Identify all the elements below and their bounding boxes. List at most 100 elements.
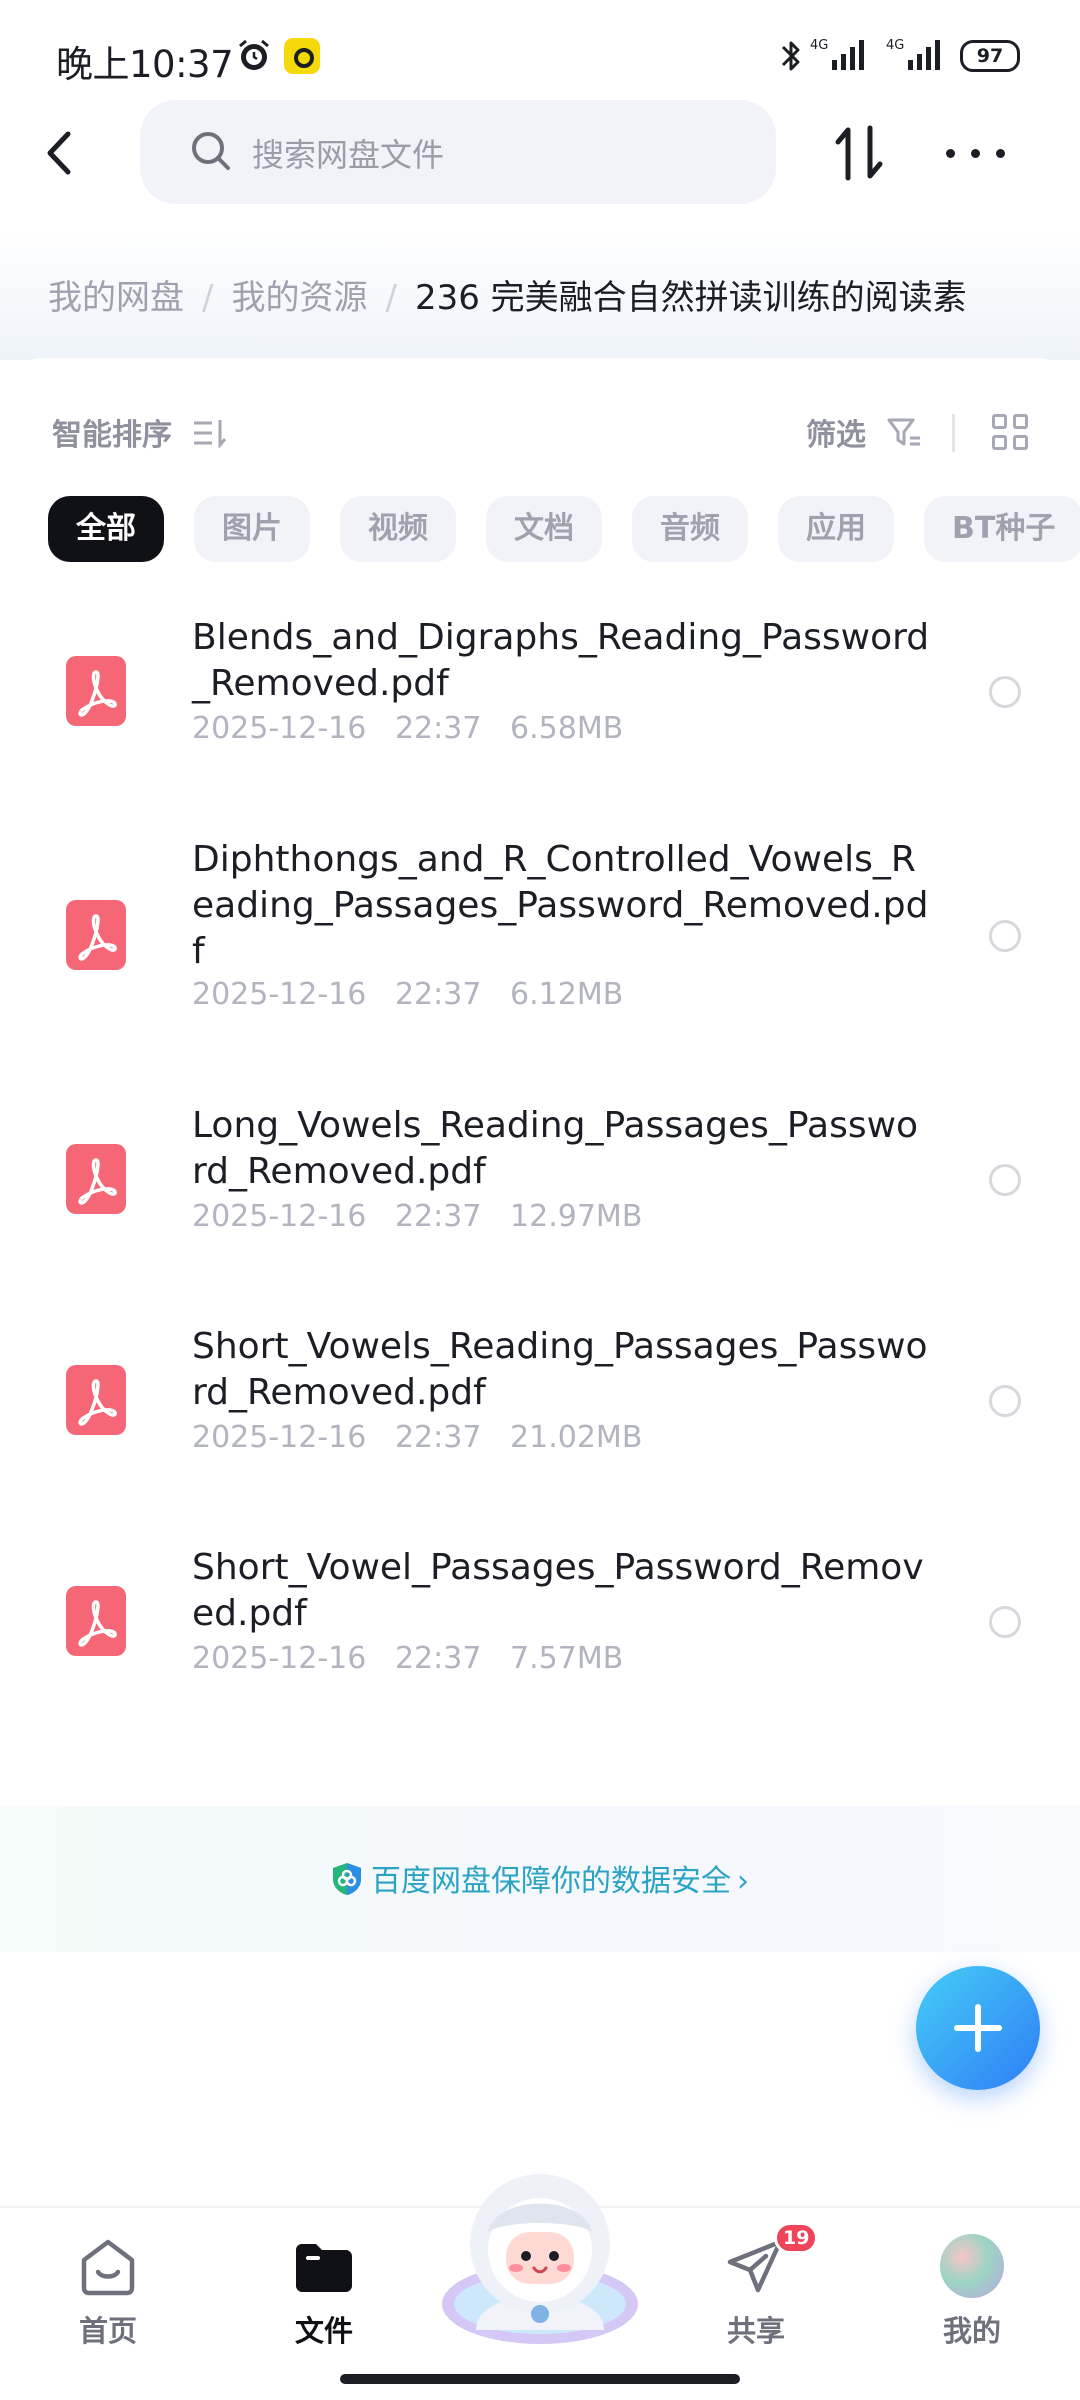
breadcrumb-separator: /: [202, 278, 214, 318]
dot-icon: [971, 149, 980, 158]
breadcrumb-area: 我的网盘 / 我的资源 / 236 完美融合自然拼读训练的阅读素: [0, 230, 1080, 360]
file-date: 2025-12-16: [192, 711, 367, 746]
file-size: 12.97MB: [510, 1199, 643, 1234]
search-input[interactable]: 搜索网盘文件: [252, 130, 444, 176]
file-date: 2025-12-16: [192, 1199, 367, 1234]
breadcrumb-current-folder: 236 完美融合自然拼读训练的阅读素: [414, 278, 967, 318]
file-panel: 智能排序 筛选 全部 图片 视频 文档 音频 应用 BT种子 Blends_and_Digr…: [0, 358, 1080, 1958]
mascot-assistant-button[interactable]: [436, 2154, 644, 2352]
search-bar[interactable]: 搜索网盘文件: [140, 100, 776, 204]
file-meta: 2025-12-16 22:37 6.12MB: [192, 977, 623, 1012]
security-banner: 百度网盘保障你的数据安全 ›: [0, 1806, 1080, 1952]
breadcrumb-separator: /: [385, 278, 397, 318]
bluetooth-icon: [781, 41, 800, 71]
battery-icon: 97: [960, 40, 1020, 72]
breadcrumb: 我的网盘 / 我的资源 / 236 完美融合自然拼读训练的阅读素: [48, 270, 967, 319]
file-row[interactable]: Long_Vowels_Reading_Passages_Password_Re…: [0, 1081, 1080, 1281]
chip-all[interactable]: 全部: [48, 496, 164, 562]
file-date: 2025-12-16: [192, 977, 367, 1012]
chip-images[interactable]: 图片: [194, 496, 310, 562]
file-date: 2025-12-16: [192, 1420, 367, 1455]
file-row[interactable]: Blends_and_Digraphs_Reading_Password_Rem…: [0, 593, 1080, 793]
file-meta: 2025-12-16 22:37 12.97MB: [192, 1199, 642, 1234]
pdf-file-icon: [66, 1365, 126, 1435]
filter-icon: [887, 418, 920, 446]
filter-button[interactable]: 筛选: [806, 410, 866, 454]
chip-bt-torrents[interactable]: BT种子: [924, 496, 1080, 562]
network-type-label: 4G: [810, 38, 828, 53]
nav-item-share[interactable]: 19 共享: [686, 2222, 826, 2348]
file-size: 21.02MB: [510, 1420, 643, 1455]
nav-label: 首页: [78, 2314, 137, 2348]
chip-documents[interactable]: 文档: [486, 496, 602, 562]
file-name: Short_Vowels_Reading_Passages_Password_R…: [192, 1326, 928, 1413]
category-chips: 全部 图片 视频 文档 音频 应用 BT种子: [48, 496, 1080, 564]
file-meta: 2025-12-16 22:37 21.02MB: [192, 1420, 642, 1455]
nav-item-me[interactable]: 我的: [902, 2228, 1042, 2348]
select-radio[interactable]: [989, 920, 1021, 952]
home-icon: [81, 2239, 135, 2296]
select-radio[interactable]: [989, 1606, 1021, 1638]
file-name: Diphthongs_and_R_Controlled_Vowels_Readi…: [192, 839, 929, 972]
chip-audio[interactable]: 音频: [632, 496, 748, 562]
file-size: 7.57MB: [510, 1641, 624, 1676]
file-name: Long_Vowels_Reading_Passages_Password_Re…: [192, 1105, 919, 1192]
file-time: 22:37: [394, 711, 482, 746]
dot-icon: [946, 149, 955, 158]
pdf-file-icon: [66, 656, 126, 726]
file-size: 6.58MB: [510, 711, 624, 746]
signal-icon: 4G: [886, 38, 940, 70]
smart-sort-button[interactable]: 智能排序: [52, 410, 172, 454]
file-row[interactable]: Diphthongs_and_R_Controlled_Vowels_Readi…: [0, 815, 1080, 1037]
breadcrumb-item-my-resources[interactable]: 我的资源: [231, 278, 367, 318]
file-time: 22:37: [394, 977, 482, 1012]
file-time: 22:37: [394, 1420, 482, 1455]
nav-label: 共享: [726, 2314, 785, 2348]
pdf-file-icon: [66, 1586, 126, 1656]
avatar: [940, 2234, 1004, 2298]
security-text: 百度网盘保障你的数据安全: [371, 1864, 731, 1899]
more-options-button[interactable]: [944, 140, 1008, 166]
status-time: 晚上10:37: [56, 43, 234, 86]
nav-label: 我的: [942, 2314, 1001, 2348]
shield-icon: [333, 1863, 361, 1895]
chip-apps[interactable]: 应用: [778, 496, 894, 562]
notification-badge: 19: [774, 2222, 819, 2254]
file-time: 22:37: [394, 1641, 482, 1676]
select-radio[interactable]: [989, 1164, 1021, 1196]
folder-icon: [296, 2244, 352, 2292]
nav-label: 文件: [294, 2314, 353, 2348]
signal-icon: 4G: [810, 38, 864, 70]
add-button[interactable]: [916, 1966, 1040, 2090]
file-meta: 2025-12-16 22:37 6.58MB: [192, 711, 623, 746]
file-size: 6.12MB: [510, 977, 624, 1012]
dot-icon: [996, 149, 1005, 158]
network-type-label: 4G: [886, 38, 904, 53]
nav-item-files[interactable]: 文件: [254, 2228, 394, 2348]
grid-view-icon[interactable]: [992, 414, 1030, 452]
status-bar: 晚上10:37 4G 4G 97: [0, 0, 1080, 100]
header: 搜索网盘文件: [0, 100, 1080, 210]
search-icon: [192, 132, 230, 170]
back-button[interactable]: [36, 122, 88, 184]
divider: [952, 414, 955, 452]
file-date: 2025-12-16: [192, 1641, 367, 1676]
alarm-icon: [239, 39, 269, 70]
sort-transfer-button[interactable]: [830, 122, 888, 184]
nav-item-home[interactable]: 首页: [38, 2228, 178, 2348]
file-row[interactable]: Short_Vowel_Passages_Password_Removed.pd…: [0, 1523, 1080, 1723]
battery-level: 97: [976, 45, 1004, 67]
select-radio[interactable]: [989, 676, 1021, 708]
file-name: Blends_and_Digraphs_Reading_Password_Rem…: [192, 617, 930, 704]
file-name: Short_Vowel_Passages_Password_Removed.pd…: [192, 1547, 924, 1634]
app-notification-icon: [284, 38, 320, 74]
file-row[interactable]: Short_Vowels_Reading_Passages_Password_R…: [0, 1302, 1080, 1502]
security-link[interactable]: 百度网盘保障你的数据安全 ›: [0, 1856, 1080, 1900]
sort-filter-row: 智能排序 筛选: [52, 410, 1052, 460]
breadcrumb-item-my-netdisk[interactable]: 我的网盘: [48, 278, 184, 318]
select-radio[interactable]: [989, 1385, 1021, 1417]
file-meta: 2025-12-16 22:37 7.57MB: [192, 1641, 623, 1676]
sort-lines-icon: [194, 420, 227, 448]
chip-videos[interactable]: 视频: [340, 496, 456, 562]
home-indicator: [340, 2374, 740, 2384]
